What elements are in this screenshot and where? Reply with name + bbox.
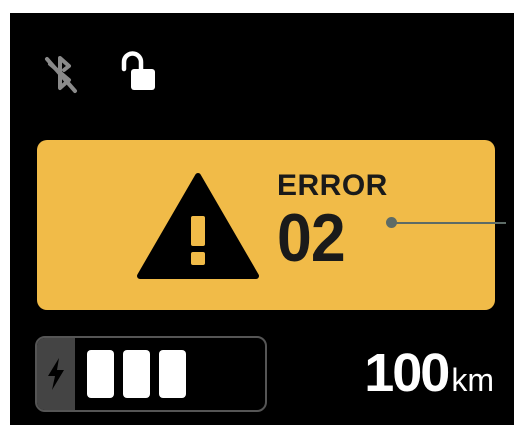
- range-value: 100: [364, 343, 450, 403]
- bluetooth-disabled-icon: [45, 56, 77, 93]
- battery-segment: [159, 350, 186, 398]
- error-alert-card: ERROR 02: [37, 140, 506, 310]
- charging-bolt-icon: [48, 358, 64, 390]
- battery-indicator: [35, 336, 267, 412]
- range-readout: 100km: [364, 335, 494, 411]
- display-frame: ERROR 02 100km: [0, 0, 514, 435]
- battery-charge-tab: [37, 338, 75, 410]
- range-unit: km: [451, 362, 494, 398]
- error-code: 02: [277, 200, 346, 276]
- device-screen: ERROR 02 100km: [10, 13, 514, 425]
- warning-icon: [137, 173, 259, 279]
- callout-line: [396, 222, 506, 224]
- battery-segment: [123, 350, 150, 398]
- battery-segment: [87, 350, 114, 398]
- unlocked-icon: [121, 51, 155, 90]
